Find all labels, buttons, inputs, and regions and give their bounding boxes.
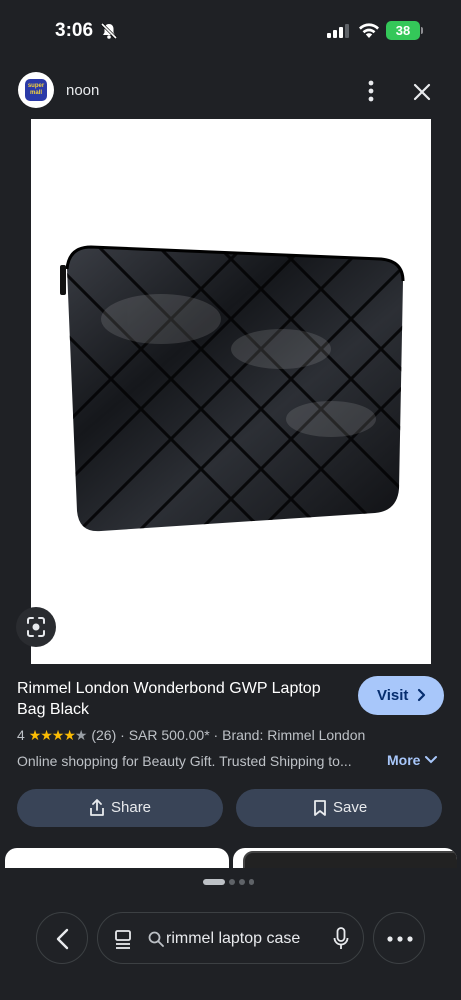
search-bar[interactable]: rimmel laptop case xyxy=(97,912,364,964)
battery-cap xyxy=(421,27,423,34)
more-link[interactable]: More xyxy=(387,752,438,768)
save-button[interactable]: Save xyxy=(236,789,442,827)
share-icon xyxy=(89,799,105,821)
product-description: Online shopping for Beauty Gift. Trusted… xyxy=(17,753,352,769)
share-button[interactable]: Share xyxy=(17,789,223,827)
search-query[interactable]: rimmel laptop case xyxy=(166,930,300,948)
more-horiz-icon[interactable] xyxy=(373,912,425,964)
bell-slash-icon xyxy=(100,22,118,45)
page-dot xyxy=(239,879,245,885)
site-name[interactable]: noon xyxy=(66,82,99,99)
brand: Brand: Rimmel London xyxy=(222,727,366,743)
page-dot xyxy=(229,879,235,885)
more-label: More xyxy=(387,752,421,768)
product-image[interactable] xyxy=(31,119,431,664)
back-button[interactable] xyxy=(36,912,88,964)
meta-separator: · xyxy=(120,727,129,743)
more-vert-icon[interactable] xyxy=(360,78,382,104)
visit-label: Visit xyxy=(377,687,409,704)
chevron-right-icon xyxy=(416,686,428,708)
page-dot xyxy=(249,879,254,885)
back-icon xyxy=(53,927,73,956)
wifi-icon xyxy=(358,22,380,43)
mic-icon[interactable] xyxy=(333,927,349,956)
star-empty-icon: ★ xyxy=(74,727,88,743)
status-time: 3:06 xyxy=(55,20,94,41)
price: SAR 500.00* xyxy=(128,727,210,743)
review-count: (26) xyxy=(91,727,117,743)
signal-icon xyxy=(327,24,349,43)
rating-value: 4 xyxy=(17,727,25,743)
product-title[interactable]: Rimmel London Wonderbond GWP Laptop Bag … xyxy=(17,678,337,720)
product-meta: 4 ★★★★★ (26) · SAR 500.00* · Brand: Rimm… xyxy=(17,727,365,744)
logo-mark: super mall xyxy=(25,79,47,101)
save-label: Save xyxy=(333,799,368,816)
related-thumbnail[interactable] xyxy=(233,848,457,868)
share-label: Share xyxy=(111,799,152,816)
battery-icon: 38 xyxy=(386,21,420,40)
related-results xyxy=(0,848,461,868)
laptop-bag-image xyxy=(60,245,405,532)
tabs-icon[interactable] xyxy=(114,929,134,954)
meta-separator: · xyxy=(213,727,223,743)
page-dot-active xyxy=(203,879,225,885)
site-logo[interactable]: super mall xyxy=(18,72,54,108)
bookmark-icon xyxy=(313,799,327,821)
source-header: super mall noon xyxy=(0,62,461,118)
star-rating: ★★★★ xyxy=(28,727,76,743)
status-bar: 3:06 38 xyxy=(0,0,461,62)
lens-icon[interactable] xyxy=(16,607,56,647)
visit-button[interactable]: Visit xyxy=(358,676,444,715)
chevron-down-icon xyxy=(424,752,438,768)
bag-thumbnail-image xyxy=(243,851,457,868)
related-thumbnail[interactable] xyxy=(5,848,229,868)
search-icon xyxy=(148,931,164,952)
close-icon[interactable] xyxy=(410,80,434,104)
battery-level: 38 xyxy=(395,23,411,38)
